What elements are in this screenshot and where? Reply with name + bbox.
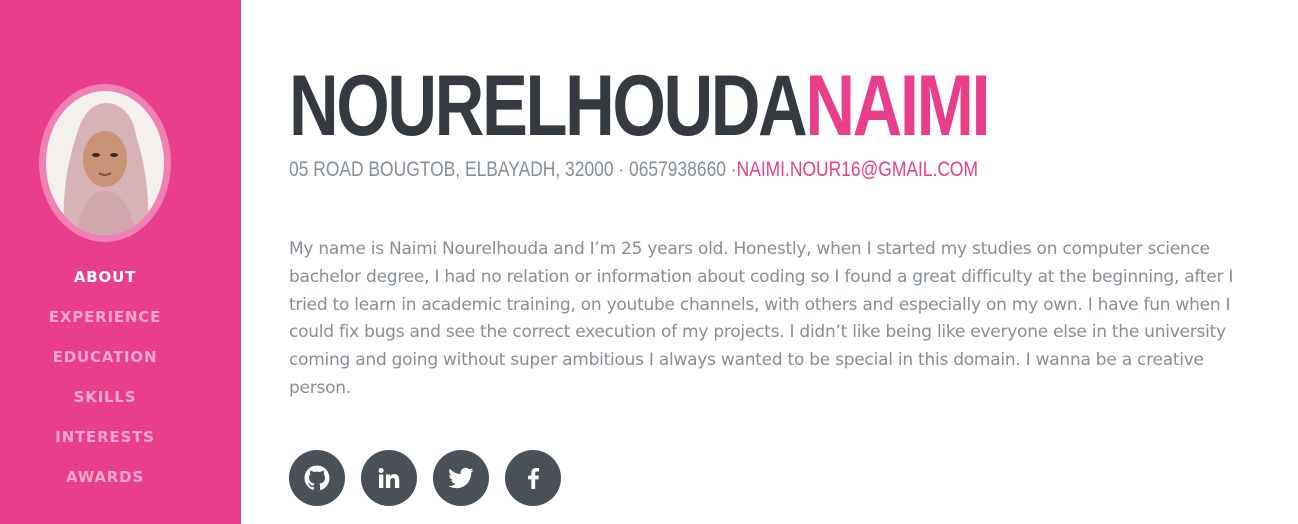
github-button[interactable] [289, 450, 345, 506]
facebook-icon [528, 467, 540, 489]
nav-item-experience[interactable]: EXPERIENCE [0, 303, 210, 343]
nav-item-interests[interactable]: INTERESTS [0, 423, 210, 463]
sidebar-nav: ABOUT EXPERIENCE EDUCATION SKILLS INTERE… [0, 263, 210, 503]
bio-text: My name is Naimi Nourelhouda and I’m 25 … [289, 239, 1234, 398]
first-name: NOURELHOUDA [289, 58, 808, 154]
nav-item-skills[interactable]: SKILLS [0, 383, 210, 423]
linkedin-button[interactable] [361, 450, 417, 506]
contact-line: 05 ROAD BOUGTOB, ELBAYADH, 32000 · 06579… [289, 156, 978, 184]
page-title: NOURELHOUDANAIMI [289, 56, 991, 156]
nav-item-about[interactable]: ABOUT [0, 263, 210, 303]
profile-avatar-frame [39, 84, 171, 242]
github-icon [304, 465, 330, 490]
sidebar: ABOUT EXPERIENCE EDUCATION SKILLS INTERE… [0, 0, 241, 524]
email-link[interactable]: NAIMI.NOUR16@GMAIL.COM [737, 158, 978, 181]
profile-avatar [46, 91, 164, 235]
address-phone: 05 ROAD BOUGTOB, ELBAYADH, 32000 · 06579… [289, 158, 737, 181]
nav-item-education[interactable]: EDUCATION [0, 343, 210, 383]
twitter-icon [448, 467, 474, 489]
linkedin-icon [378, 468, 400, 488]
social-icons [289, 450, 561, 506]
about-section: NOURELHOUDANAIMI 05 ROAD BOUGTOB, ELBAYA… [289, 0, 1298, 524]
facebook-button[interactable] [505, 450, 561, 506]
twitter-button[interactable] [433, 450, 489, 506]
nav-item-awards[interactable]: AWARDS [0, 463, 210, 503]
last-name: NAIMI [805, 58, 990, 154]
